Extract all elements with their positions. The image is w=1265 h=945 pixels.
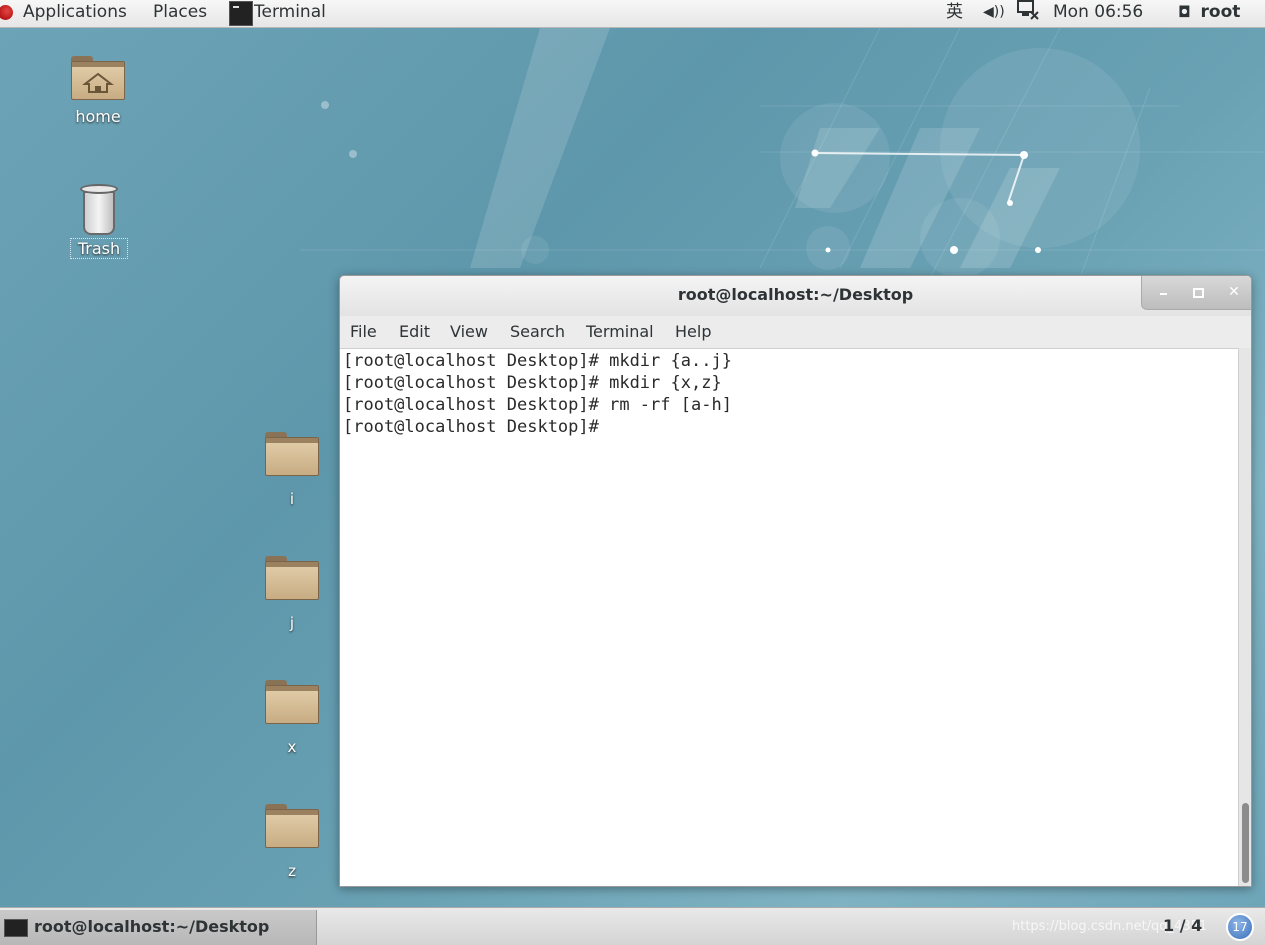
top-panel: Applications Places Terminal 英 ◀)) Mon 0… xyxy=(0,0,1265,28)
network-icon[interactable] xyxy=(1017,0,1039,27)
folder-icon xyxy=(265,432,319,476)
desktop-icon-label: z xyxy=(288,862,296,880)
bottom-panel: root@localhost:~/Desktop https://blog.cs… xyxy=(0,907,1265,945)
user-name: root xyxy=(1200,2,1241,22)
clock[interactable]: Mon 06:56 xyxy=(1053,0,1143,27)
volume-icon[interactable]: ◀)) xyxy=(983,0,1005,27)
menu-search[interactable]: Search xyxy=(510,322,565,341)
applications-label: Applications xyxy=(23,2,127,22)
terminal-launcher-label: Terminal xyxy=(254,2,326,22)
desktop-icon-folder-j[interactable]: j xyxy=(262,556,322,632)
window-controls: ✕ xyxy=(1141,276,1251,310)
taskbar-item-terminal[interactable]: root@localhost:~/Desktop xyxy=(0,910,317,945)
terminal-scrollbar[interactable] xyxy=(1238,348,1251,886)
menu-edit[interactable]: Edit xyxy=(399,322,430,341)
menu-file[interactable]: File xyxy=(350,322,377,341)
workspace-indicator[interactable]: 1 / 4 xyxy=(1163,916,1202,935)
window-titlebar[interactable]: root@localhost:~/Desktop xyxy=(340,276,1251,316)
desktop-icon-folder-i[interactable]: i xyxy=(262,432,322,508)
redhat-logo-icon xyxy=(0,5,13,20)
terminal-launcher[interactable]: Terminal xyxy=(228,0,326,27)
trash-icon xyxy=(77,182,121,238)
minimize-button[interactable] xyxy=(1156,285,1172,299)
terminal-icon xyxy=(4,919,28,937)
places-label: Places xyxy=(153,2,208,22)
desktop-icon-folder-x[interactable]: x xyxy=(262,680,322,756)
terminal-line: [root@localhost Desktop]# mkdir {x,z} xyxy=(343,373,722,393)
maximize-button[interactable] xyxy=(1190,285,1206,299)
places-menu[interactable]: Places xyxy=(153,0,207,27)
close-button[interactable]: ✕ xyxy=(1226,285,1242,299)
terminal-output[interactable]: [root@localhost Desktop]# mkdir {a..j} [… xyxy=(340,348,1238,886)
desktop-icon-label: Trash xyxy=(70,238,128,259)
folder-icon xyxy=(265,804,319,848)
window-title: root@localhost:~/Desktop xyxy=(677,285,914,304)
applications-menu[interactable]: Applications xyxy=(0,0,127,27)
menu-terminal[interactable]: Terminal xyxy=(586,322,654,341)
terminal-window[interactable]: root@localhost:~/Desktop ✕ File Edit Vie… xyxy=(339,275,1252,887)
desktop-icon-label: x xyxy=(287,738,297,756)
taskbar-item-label: root@localhost:~/Desktop xyxy=(34,917,270,936)
terminal-line: [root@localhost Desktop]# mkdir {a..j} xyxy=(343,351,732,371)
terminal-menubar: File Edit View Search Terminal Help xyxy=(340,320,1251,344)
desktop-icon-label: i xyxy=(289,490,295,508)
chat-icon: ◘ xyxy=(1178,3,1191,21)
terminal-prompt-line: [root@localhost Desktop]# xyxy=(343,417,599,437)
terminal-line: [root@localhost Desktop]# rm -rf [a-h] xyxy=(343,395,732,415)
menu-view[interactable]: View xyxy=(450,322,488,341)
notification-badge[interactable]: 17 xyxy=(1226,913,1254,941)
desktop-icon-trash[interactable]: Trash xyxy=(70,182,128,259)
home-folder-icon xyxy=(71,56,125,100)
input-method-indicator[interactable]: 英 xyxy=(946,0,963,27)
terminal-icon xyxy=(229,1,253,26)
user-menu[interactable]: ◘ root xyxy=(1178,0,1240,27)
menu-help[interactable]: Help xyxy=(675,322,711,341)
desktop-icon-label: j xyxy=(289,614,295,632)
folder-icon xyxy=(265,680,319,724)
desktop-icon-folder-z[interactable]: z xyxy=(262,804,322,880)
desktop-icon-home[interactable]: home xyxy=(68,56,128,126)
folder-icon xyxy=(265,556,319,600)
scrollbar-thumb[interactable] xyxy=(1242,803,1249,883)
desktop-icon-label: home xyxy=(75,107,121,126)
